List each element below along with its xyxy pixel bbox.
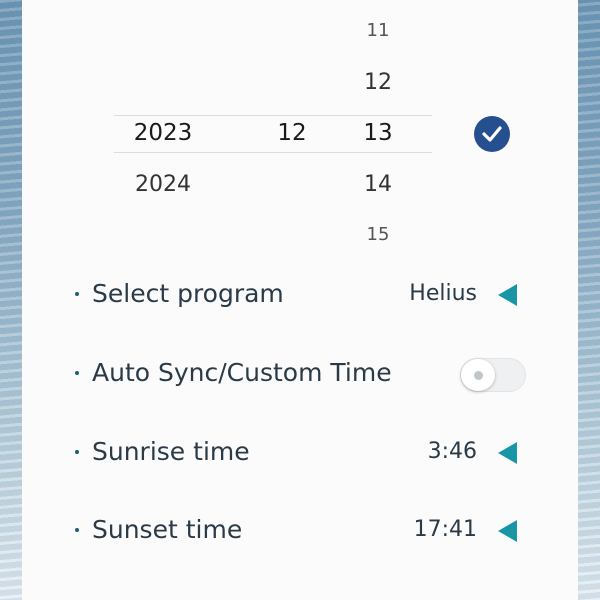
auto-sync-row: Auto Sync/Custom Time: [22, 349, 578, 399]
day-option[interactable]: 15: [338, 224, 418, 245]
bullet-icon: [75, 528, 79, 532]
row-label: Sunrise time: [92, 437, 250, 466]
triangle-left-icon[interactable]: [498, 284, 517, 306]
year-selected[interactable]: 2023: [118, 120, 208, 146]
sunrise-value: 3:46: [427, 439, 477, 464]
auto-sync-toggle[interactable]: [460, 358, 526, 392]
sunset-value: 17:41: [413, 517, 477, 542]
program-value: Helius: [409, 281, 477, 306]
toggle-knob-dot: [474, 371, 483, 380]
day-option[interactable]: 14: [338, 172, 418, 197]
sunrise-time-row[interactable]: Sunrise time 3:46: [22, 428, 578, 478]
row-label: Sunset time: [92, 515, 243, 544]
selection-top-line: [114, 115, 432, 116]
day-option[interactable]: 11: [338, 20, 418, 41]
bullet-icon: [75, 292, 79, 296]
confirm-button[interactable]: [474, 116, 510, 152]
sunset-time-row[interactable]: Sunset time 17:41: [22, 506, 578, 556]
day-selected[interactable]: 13: [338, 120, 418, 146]
triangle-left-icon[interactable]: [498, 520, 517, 542]
row-label: Auto Sync/Custom Time: [92, 358, 392, 387]
month-selected[interactable]: 12: [252, 120, 332, 146]
row-label: Select program: [92, 279, 284, 308]
triangle-left-icon[interactable]: [498, 442, 517, 464]
bullet-icon: [75, 371, 79, 375]
bullet-icon: [75, 450, 79, 454]
select-program-row[interactable]: Select program Helius: [22, 270, 578, 320]
check-circle-icon: [482, 126, 502, 142]
toggle-knob: [461, 359, 495, 391]
year-option[interactable]: 2024: [118, 172, 208, 197]
settings-card: 11 12 2023 12 13 2024 14 15 Select progr…: [22, 0, 578, 600]
day-option[interactable]: 12: [338, 70, 418, 95]
selection-bottom-line: [114, 152, 432, 153]
